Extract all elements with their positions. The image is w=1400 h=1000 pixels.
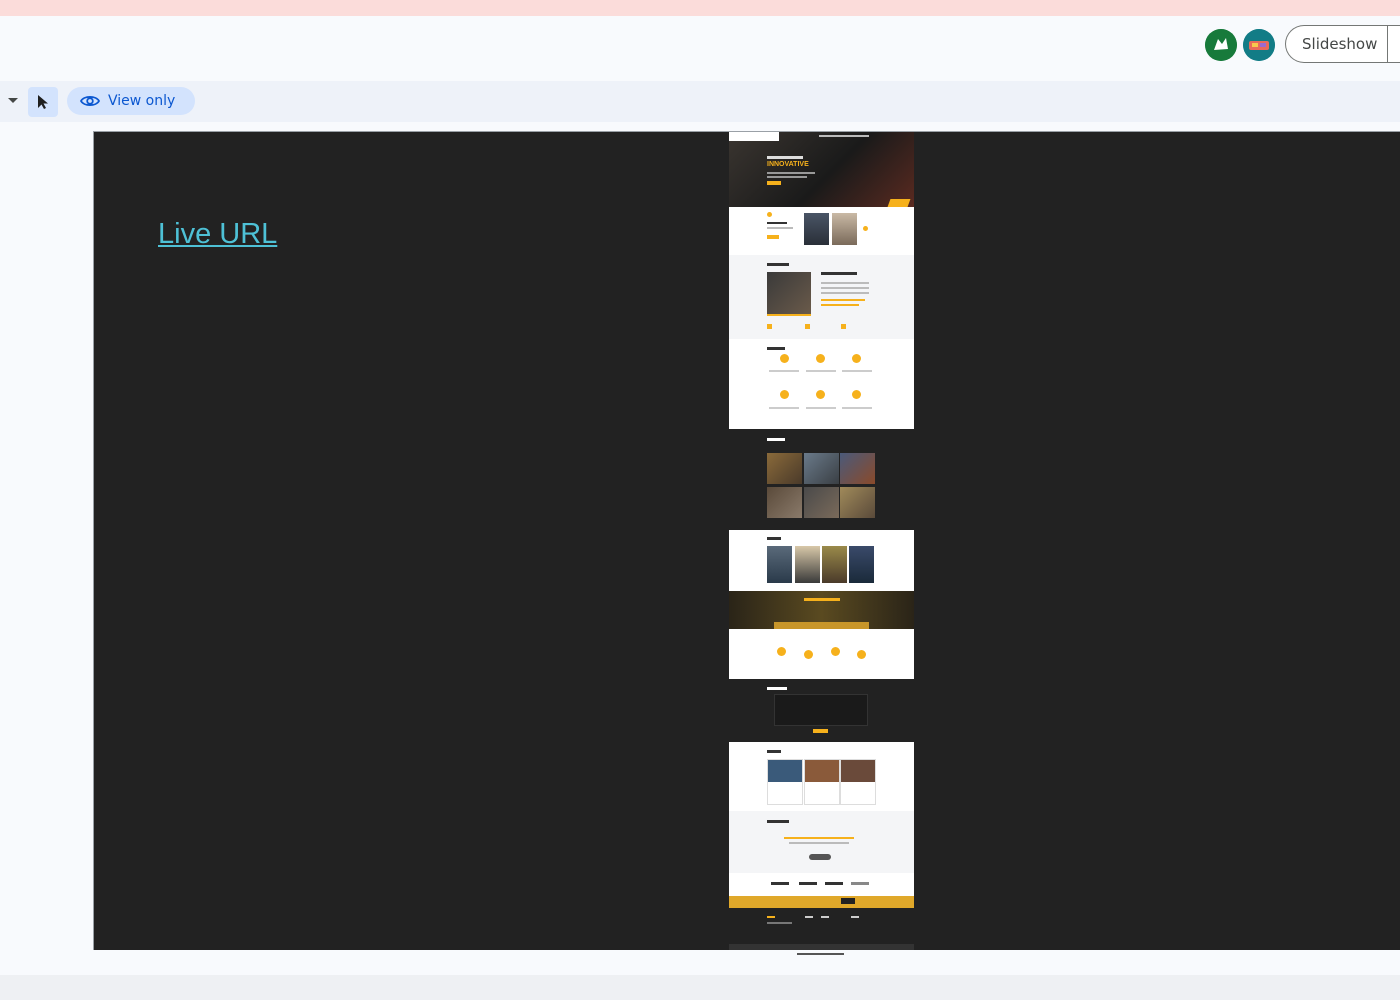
- select-pointer-icon: [38, 95, 48, 109]
- slideshow-dropdown-divider: [1387, 25, 1388, 63]
- user-avatar-1[interactable]: [1205, 29, 1237, 61]
- slideshow-button-label: Slideshow: [1302, 35, 1378, 53]
- eye-icon: [80, 94, 100, 108]
- user-avatar-icon: [1243, 29, 1275, 61]
- bottom-bar: [0, 975, 1400, 1000]
- website-screenshot-thumbnail: INNOVATIVE: [729, 132, 914, 950]
- caret-down-icon[interactable]: [8, 98, 18, 103]
- slideshow-button[interactable]: Slideshow: [1285, 25, 1400, 63]
- toolbar: [0, 81, 1400, 122]
- user-avatar-icon: [1205, 29, 1237, 61]
- user-avatar-2[interactable]: [1243, 29, 1275, 61]
- thumbnail-scroll-indicator: [797, 953, 844, 955]
- slide[interactable]: Live URL INNOVATIVE: [93, 131, 1400, 950]
- select-tool-button[interactable]: [28, 87, 58, 117]
- view-only-button[interactable]: View only: [67, 87, 195, 115]
- top-banner-strip: [0, 0, 1400, 16]
- thumbnail-hero-heading: INNOVATIVE: [767, 161, 809, 168]
- view-only-label: View only: [108, 93, 176, 109]
- app-header: [0, 16, 1400, 81]
- live-url-link[interactable]: Live URL: [158, 218, 277, 251]
